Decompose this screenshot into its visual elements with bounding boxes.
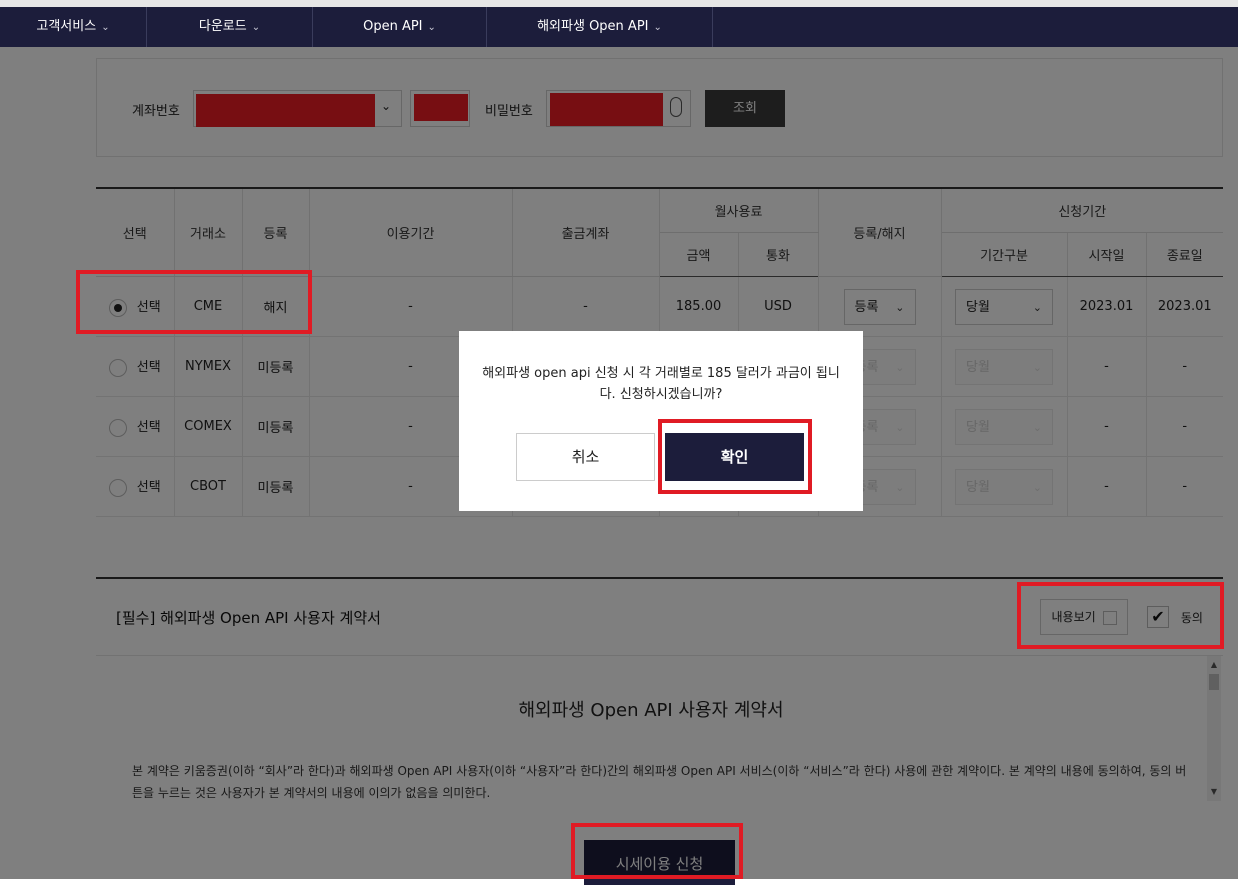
top-strip bbox=[0, 0, 1238, 7]
chevron-down-icon: ⌄ bbox=[427, 22, 436, 33]
nav-customer-service[interactable]: 고객서비스 ⌄ bbox=[0, 7, 147, 47]
nav-label: 다운로드 bbox=[198, 19, 247, 34]
nav-label: Open API bbox=[363, 19, 423, 34]
nav-label: 해외파생 Open API bbox=[537, 19, 649, 34]
nav-download[interactable]: 다운로드 ⌄ bbox=[147, 7, 313, 47]
chevron-down-icon: ⌄ bbox=[101, 22, 110, 33]
confirm-button[interactable]: 확인 bbox=[665, 433, 804, 481]
nav-overseas-open-api[interactable]: 해외파생 Open API ⌄ bbox=[487, 7, 713, 47]
chevron-down-icon: ⌄ bbox=[251, 22, 261, 33]
top-nav: 고객서비스 ⌄ 다운로드 ⌄ Open API ⌄ 해외파생 Open API ⌄ bbox=[0, 7, 1238, 47]
confirm-dialog: 해외파생 open api 신청 시 각 거래별로 185 달러가 과금이 됩니… bbox=[459, 331, 863, 511]
nav-open-api[interactable]: Open API ⌄ bbox=[313, 7, 487, 47]
cancel-button[interactable]: 취소 bbox=[516, 433, 655, 481]
nav-label: 고객서비스 bbox=[36, 19, 97, 34]
dialog-message: 해외파생 open api 신청 시 각 거래별로 185 달러가 과금이 됩니… bbox=[482, 366, 840, 402]
chevron-down-icon: ⌄ bbox=[653, 22, 662, 33]
